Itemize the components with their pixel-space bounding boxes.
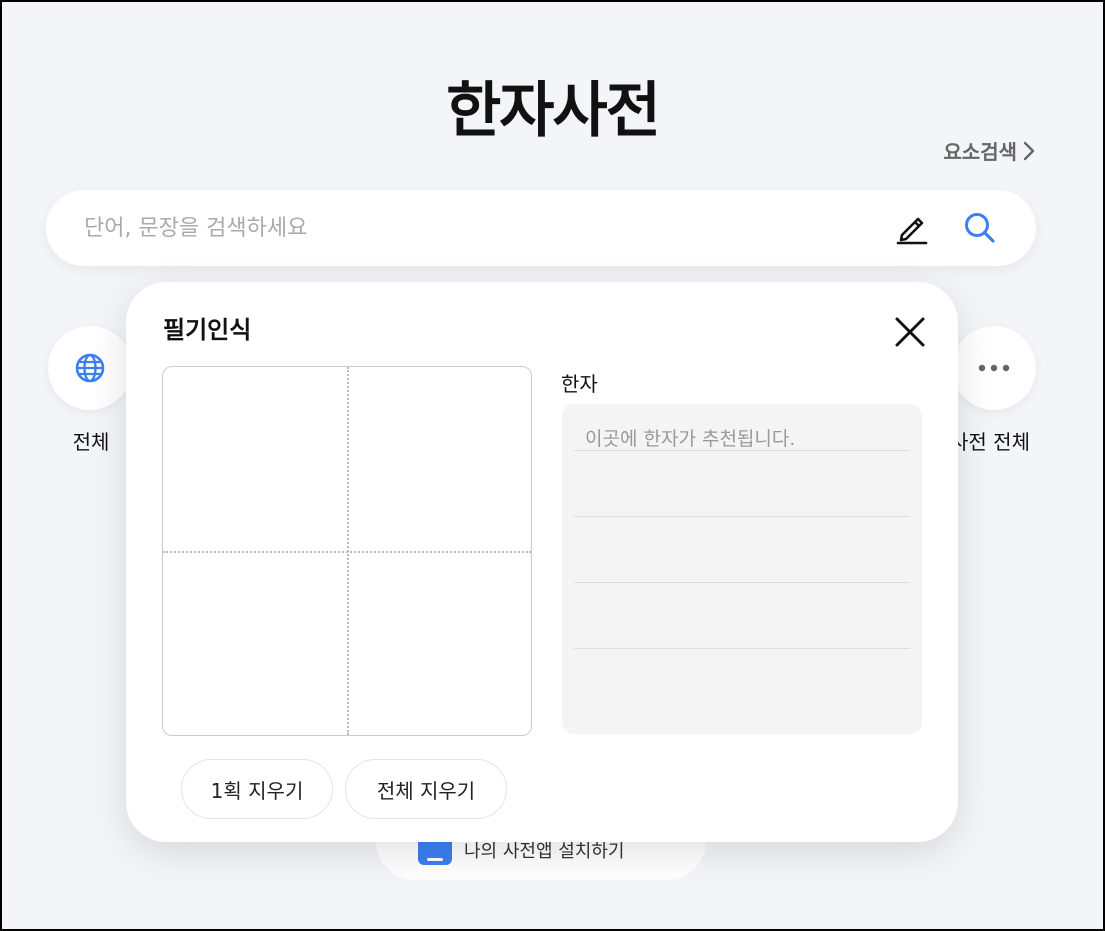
handwriting-modal: 필기인식 한자 이곳에 한자가 추천됩니다. 1획 지우기 전체 지우기 (126, 282, 958, 842)
search-input[interactable] (82, 214, 890, 242)
category-all-label: 전체 (72, 430, 110, 454)
category-dictionary-all[interactable]: 사전 전체 (950, 326, 1038, 455)
globe-icon (75, 353, 105, 383)
page: 한자사전 요소검색 단어, 문장을 검색하세요 전체 사전 전체 나의 사전앱 … (0, 0, 1105, 931)
suggestion-row (574, 516, 910, 582)
more-dots-icon (978, 364, 1010, 372)
category-all-button[interactable] (48, 326, 132, 410)
handwriting-canvas[interactable] (162, 366, 532, 736)
suggestion-row (574, 450, 910, 516)
element-search-label: 요소검색 (943, 140, 1017, 164)
category-dictionary-all-button[interactable] (952, 326, 1036, 410)
close-icon (895, 317, 925, 347)
result-hint: 이곳에 한자가 추천됩니다. (585, 428, 796, 450)
suggestion-row (574, 582, 910, 648)
guide-horizontal-line (163, 551, 531, 553)
suggestion-row (574, 648, 910, 714)
result-label: 한자 (561, 372, 598, 396)
chevron-right-icon (1023, 141, 1035, 160)
search-bar (46, 190, 1036, 266)
modal-title: 필기인식 (163, 316, 252, 344)
hanja-suggestion-list: 이곳에 한자가 추천됩니다. (562, 404, 922, 734)
search-button[interactable] (958, 206, 1002, 250)
category-all[interactable]: 전체 (48, 326, 134, 455)
handwriting-button[interactable] (890, 206, 934, 250)
close-button[interactable] (890, 312, 930, 352)
element-search-link[interactable]: 요소검색 (943, 136, 1035, 165)
page-title: 한자사전 (446, 76, 661, 146)
clear-all-button[interactable]: 전체 지우기 (345, 759, 507, 819)
pen-icon (896, 217, 928, 245)
search-icon (965, 213, 995, 243)
undo-stroke-button[interactable]: 1획 지우기 (181, 759, 333, 819)
